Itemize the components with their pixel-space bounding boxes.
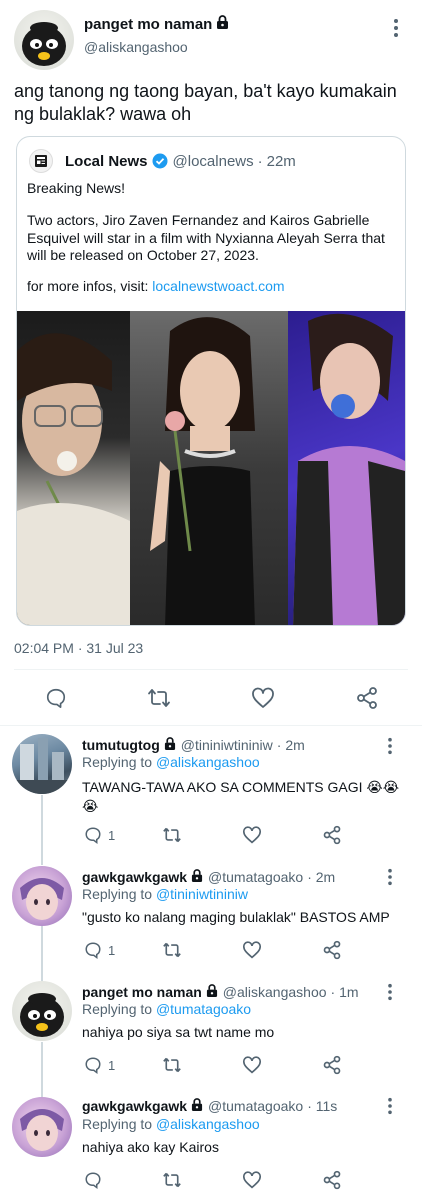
reply-display-name[interactable]: tumutugtog: [82, 737, 160, 753]
quoted-time: 22m: [266, 152, 296, 170]
reply-display-name[interactable]: panget mo naman: [82, 984, 202, 1000]
lock-icon: [191, 869, 203, 885]
reply-icon[interactable]: [45, 687, 67, 709]
newspaper-icon: [29, 149, 53, 173]
retweet-icon[interactable]: [147, 687, 171, 709]
reply-avatar[interactable]: [12, 981, 72, 1041]
tweet-timestamp[interactable]: 02:04 PM · 31 Jul 23: [14, 640, 143, 656]
lock-icon: [164, 737, 176, 753]
lock-icon: [206, 984, 218, 1000]
replying-to-label: Replying to: [82, 754, 156, 770]
replying-to-handle[interactable]: @aliskangashoo: [156, 1116, 260, 1132]
reply-count: 1: [108, 942, 116, 958]
reply-text: nahiya ako kay Kairos: [82, 1139, 219, 1155]
reply-display-name[interactable]: gawkgawkgawk: [82, 1098, 187, 1114]
share-icon[interactable]: [355, 686, 379, 710]
tweet-text: ang tanong ng taong bayan, ba't kayo kum…: [14, 81, 397, 124]
reply-handle[interactable]: @tumatagoako: [208, 1098, 303, 1114]
retweet-icon[interactable]: [162, 1056, 182, 1074]
thread-line: [41, 1042, 43, 1097]
reply-text: "gusto ko nalang maging bulaklak" BASTOS…: [82, 909, 390, 925]
lock-icon: [191, 1098, 203, 1114]
reply-avatar[interactable]: [12, 866, 72, 926]
reply-time: · 11s: [307, 1098, 338, 1114]
share-icon[interactable]: [322, 1170, 342, 1190]
more-vertical-icon[interactable]: [393, 18, 399, 38]
quoted-link[interactable]: localnewstwoact.com: [152, 278, 284, 294]
reply-count: 1: [108, 1057, 116, 1073]
reply-avatar[interactable]: [12, 1097, 72, 1157]
reply-handle[interactable]: @aliskangashoo: [223, 984, 327, 1000]
reply-button[interactable]: 1: [84, 826, 115, 844]
lock-icon: [216, 15, 229, 34]
thread-line: [41, 795, 43, 865]
replying-to-handle[interactable]: @tininiwtininiw: [156, 886, 248, 902]
more-vertical-icon[interactable]: [387, 737, 393, 755]
reply-text: TAWANG-TAWA AKO SA COMMENTS GAGI 😭😭😭: [82, 779, 400, 814]
share-icon[interactable]: [322, 940, 342, 960]
photo-right[interactable]: [288, 311, 405, 625]
author-display-name[interactable]: panget mo naman: [84, 16, 212, 33]
replying-to-label: Replying to: [82, 1116, 156, 1132]
quoted-handle: @localnews: [172, 152, 254, 170]
quoted-media[interactable]: [17, 311, 405, 625]
photo-middle[interactable]: [130, 311, 288, 625]
quoted-body: Two actors, Jiro Zaven Fernandez and Kai…: [27, 212, 385, 263]
reply-handle[interactable]: @tininiwtininiw: [181, 737, 273, 753]
retweet-icon[interactable]: [162, 1171, 182, 1189]
like-icon[interactable]: [242, 826, 262, 844]
more-vertical-icon[interactable]: [387, 868, 393, 886]
quoted-display-name: Local News: [65, 152, 148, 170]
like-icon[interactable]: [242, 1056, 262, 1074]
divider: [0, 725, 422, 726]
reply-text: nahiya po siya sa twt name mo: [82, 1024, 275, 1040]
retweet-icon[interactable]: [162, 826, 182, 844]
reply-button[interactable]: 1: [84, 941, 115, 959]
thread-line: [41, 926, 43, 981]
replying-to-label: Replying to: [82, 886, 156, 902]
share-icon[interactable]: [322, 825, 342, 845]
reply-time: · 2m: [276, 737, 305, 753]
reply-display-name[interactable]: gawkgawkgawk: [82, 869, 187, 885]
reply-count: 1: [108, 827, 116, 843]
reply-button[interactable]: [84, 1171, 108, 1189]
reply-avatar[interactable]: [12, 734, 72, 794]
more-vertical-icon[interactable]: [387, 983, 393, 1001]
replying-to-label: Replying to: [82, 1001, 156, 1017]
share-icon[interactable]: [322, 1055, 342, 1075]
like-icon[interactable]: [242, 1171, 262, 1189]
reply-time: · 2m: [307, 869, 336, 885]
photo-left[interactable]: [17, 311, 130, 625]
more-vertical-icon[interactable]: [387, 1097, 393, 1115]
replying-to-handle[interactable]: @tumatagoako: [156, 1001, 251, 1017]
reply-time: · 1m: [330, 984, 359, 1000]
like-icon[interactable]: [251, 687, 275, 709]
author-handle[interactable]: @aliskangashoo: [84, 39, 188, 55]
quoted-link-prefix: for more infos, visit:: [27, 278, 153, 294]
reply-handle[interactable]: @tumatagoako: [208, 869, 303, 885]
replying-to-handle[interactable]: @aliskangashoo: [156, 754, 260, 770]
retweet-icon[interactable]: [162, 941, 182, 959]
verified-badge-icon: [152, 153, 168, 169]
quoted-headline: Breaking News!: [27, 180, 126, 196]
divider: [14, 669, 408, 670]
like-icon[interactable]: [242, 941, 262, 959]
separator-dot: ·: [257, 152, 263, 170]
quoted-tweet-card[interactable]: Local News @localnews · 22m Breaking New…: [16, 136, 406, 626]
author-avatar[interactable]: [14, 10, 74, 70]
reply-button[interactable]: 1: [84, 1056, 115, 1074]
